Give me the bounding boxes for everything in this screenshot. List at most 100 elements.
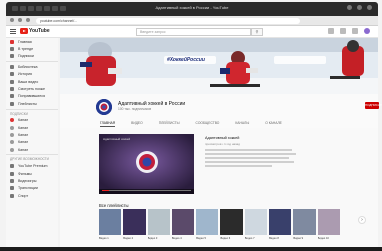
youtube-logo[interactable]: YouTube: [20, 28, 50, 34]
video-title[interactable]: Видео 6: [220, 237, 242, 240]
minimize-icon[interactable]: [347, 5, 352, 10]
description-line: [205, 156, 289, 160]
sidebar-item-trending[interactable]: В тренде: [6, 45, 58, 52]
youtube-header: YouTube Введите запрос ⚲: [6, 26, 378, 38]
shelf-next-arrow-icon[interactable]: ›: [358, 216, 366, 224]
progress-bar[interactable]: [102, 190, 191, 191]
sidebar-item-label: YouTube Premium: [18, 164, 48, 169]
sidebar-subscription[interactable]: Канал: [6, 131, 58, 138]
sidebar-subscription[interactable]: Канал: [6, 146, 58, 153]
sidebar-subscription[interactable]: Канал: [6, 139, 58, 146]
sidebar-item-label: Смотреть позже: [18, 87, 45, 92]
featured-video-meta: просмотров • 1 год назад: [205, 142, 240, 146]
url-field[interactable]: youtube.com/channel/...: [36, 17, 300, 24]
video-thumbnail[interactable]: [171, 209, 195, 235]
video-thumbnail[interactable]: [317, 209, 340, 235]
search-icon: ⚲: [255, 29, 259, 34]
video-thumbnail[interactable]: [147, 209, 170, 235]
sidebar-item-label: Главная: [18, 39, 32, 44]
header-actions: [328, 28, 370, 34]
search-button[interactable]: ⚲: [251, 28, 263, 36]
sidebar-item-label: Библиотека: [18, 64, 38, 69]
sidebar-item-live[interactable]: Трансляции: [6, 185, 58, 192]
back-icon[interactable]: [10, 18, 14, 22]
sidebar-item-home[interactable]: Главная: [6, 38, 58, 45]
player-controls: [99, 189, 194, 194]
sidebar-item-sports[interactable]: Спорт: [6, 192, 58, 199]
tab-about[interactable]: О КАНАЛЕ: [265, 121, 282, 127]
featured-video-title[interactable]: Адаптивный хоккей: [205, 136, 300, 140]
channel-avatar-icon: [10, 132, 14, 137]
video-title[interactable]: Видео 7: [245, 237, 267, 240]
video-thumbnail[interactable]: [123, 209, 146, 235]
window-controls: [347, 5, 372, 10]
video-title[interactable]: Видео 10: [318, 237, 340, 240]
sidebar-item-label: Канал: [18, 132, 29, 137]
forward-icon[interactable]: [18, 18, 22, 22]
tab-community[interactable]: СООБЩЕСТВО: [196, 121, 220, 127]
video-thumbnail[interactable]: [99, 209, 122, 235]
maximize-icon[interactable]: [357, 5, 362, 10]
featured-video-info: Адаптивный хоккей просмотров • 1 год наз…: [205, 136, 300, 169]
video-thumbnail[interactable]: [269, 209, 292, 235]
sidebar-item-label: В тренде: [18, 47, 34, 52]
video-frame: [99, 134, 194, 194]
sidebar-item-gaming[interactable]: Видеоигры: [6, 177, 58, 184]
channel-logo-icon: [96, 99, 112, 115]
sidebar-item-premium[interactable]: YouTube Premium: [6, 162, 58, 169]
movie-icon: [10, 171, 14, 176]
tab-home[interactable]: ГЛАВНАЯ: [100, 121, 116, 127]
sidebar-item-subscriptions[interactable]: Подписки: [6, 53, 58, 60]
sidebar-item-library[interactable]: Библиотека: [6, 63, 58, 70]
tab-videos[interactable]: ВИДЕО: [131, 121, 143, 127]
clock-icon: [10, 87, 14, 92]
video-thumbnail[interactable]: [220, 209, 243, 235]
video-title[interactable]: Видео 9: [293, 237, 315, 240]
channel-avatar-icon: [10, 125, 14, 130]
video-thumbnail[interactable]: [196, 209, 219, 235]
video-title[interactable]: Видео 5: [196, 237, 218, 240]
channel-header: Адаптивный хоккей в России 100 тыс. подп…: [60, 94, 382, 128]
channel-avatar-icon: [10, 140, 14, 145]
sidebar-item-watch-later[interactable]: Смотреть позже: [6, 85, 58, 92]
video-title[interactable]: Видео 4: [172, 237, 194, 240]
sidebar-item-liked[interactable]: Понравившиеся: [6, 93, 58, 100]
library-icon: [10, 64, 14, 69]
search-input[interactable]: Введите запрос: [136, 28, 251, 36]
video-icon: [10, 79, 14, 84]
apps-icon[interactable]: [340, 28, 346, 34]
reload-icon[interactable]: [26, 18, 30, 22]
section-heading[interactable]: Все плейлисты: [99, 203, 129, 208]
sidebar-item-history[interactable]: История: [6, 71, 58, 78]
video-title[interactable]: Видео 8: [269, 237, 291, 240]
sidebar-item-your-videos[interactable]: Ваши видео: [6, 78, 58, 85]
sidebar-item-label: Спорт: [18, 193, 29, 198]
player-caption: Адаптивный хоккей: [103, 137, 131, 141]
sidebar-item-label: Плейлисты: [18, 101, 37, 106]
video-title[interactable]: Видео 3: [148, 237, 170, 240]
tab-channels[interactable]: КАНАЛЫ: [235, 121, 249, 127]
channel-avatar[interactable]: [96, 99, 112, 115]
video-thumbnail[interactable]: [244, 209, 268, 235]
sidebar-item-label: Канал: [18, 125, 29, 130]
tab-playlists[interactable]: ПЛЕЙЛИСТЫ: [159, 121, 180, 127]
sidebar-item-playlists[interactable]: Плейлисты: [6, 100, 58, 107]
channel-avatar-icon: [10, 118, 14, 123]
featured-video-player[interactable]: Адаптивный хоккей: [99, 134, 194, 194]
sidebar-subscription[interactable]: Канал: [6, 117, 58, 124]
video-thumbnail[interactable]: [293, 209, 316, 235]
subscribe-button[interactable]: ПОДПИСАТЬСЯ: [365, 102, 382, 109]
avatar[interactable]: [364, 28, 370, 34]
notifications-icon[interactable]: [352, 28, 358, 34]
create-video-icon[interactable]: [328, 28, 334, 34]
banner-image: [60, 38, 378, 94]
os-taskbar: [0, 247, 382, 251]
sidebar-subscription[interactable]: Канал: [6, 124, 58, 131]
logo-text: YouTube: [29, 28, 50, 34]
video-title[interactable]: Видео 1: [99, 237, 121, 240]
hamburger-menu-icon[interactable]: [10, 29, 16, 35]
close-icon[interactable]: [367, 5, 372, 10]
channel-content: Адаптивный хоккей Адаптивный хоккей прос…: [60, 128, 378, 251]
sidebar-item-movies[interactable]: Фильмы: [6, 170, 58, 177]
video-title[interactable]: Видео 2: [123, 237, 145, 240]
